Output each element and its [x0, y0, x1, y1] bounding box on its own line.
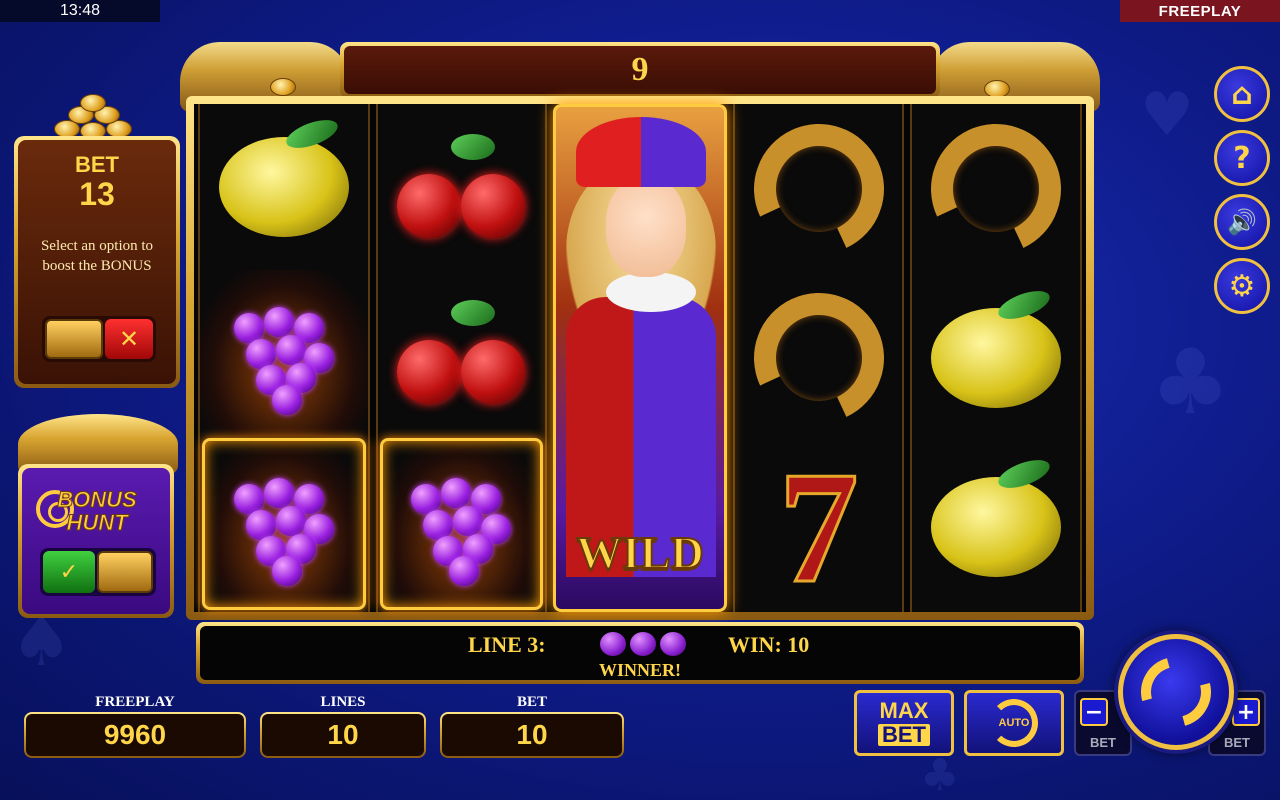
- freeplay-label: FREEPLAY: [95, 694, 175, 710]
- bet-increase-label: BET: [1224, 735, 1250, 750]
- win-line-symbols: [600, 632, 686, 656]
- bet-boost-description: Select an option to boost the BONUS: [40, 238, 154, 275]
- plus-icon: +: [1232, 698, 1260, 726]
- bet-boost-panel: BET 13 Select an option to boost the BON…: [14, 136, 180, 388]
- reels-frame: WILD 7: [186, 96, 1094, 620]
- lemon-icon: [931, 307, 1062, 408]
- horseshoe-icon: [912, 105, 1080, 272]
- freeplay-mode-tag: FREEPLAY: [1120, 0, 1280, 22]
- home-icon: ⌂: [1231, 76, 1253, 112]
- symbol-horseshoe: [912, 104, 1080, 273]
- help-button[interactable]: ?: [1214, 130, 1270, 186]
- coin-icon: [270, 78, 296, 96]
- win-amount: WIN: 10: [728, 632, 810, 657]
- symbol-horseshoe: [735, 273, 903, 442]
- grapes-icon: [401, 464, 521, 586]
- spin-button[interactable]: [1118, 634, 1234, 750]
- lemon-icon: [218, 137, 349, 237]
- max-bet-button[interactable]: MAX BET: [854, 690, 954, 756]
- minus-icon: −: [1080, 698, 1108, 726]
- win-bar: LINE 3: WIN: 10 WINNER!: [196, 622, 1084, 684]
- symbol-seven: 7: [735, 443, 903, 612]
- lemon-icon: [931, 477, 1062, 578]
- wild-label: WILD: [575, 526, 705, 579]
- jester-face: [606, 177, 687, 277]
- horseshoe-icon: [735, 105, 902, 272]
- cherries-icon: [391, 132, 531, 242]
- bet-boost-toggle[interactable]: ✕: [42, 316, 156, 362]
- lines-value: 10: [262, 714, 424, 756]
- symbol-horseshoe: [735, 104, 903, 273]
- gear-icon: ⚙: [1228, 268, 1256, 304]
- toggle-knob[interactable]: [45, 319, 103, 359]
- grapes-icon: [660, 632, 686, 656]
- reel-4: 7: [732, 104, 905, 612]
- bet-decrease-label: BET: [1090, 735, 1116, 750]
- symbol-cherries: [378, 104, 546, 270]
- seven-icon: 7: [777, 438, 860, 617]
- bet-boost-title: BET: [75, 152, 119, 177]
- symbol-lemon: [912, 443, 1080, 612]
- grapes-icon: [600, 632, 626, 656]
- symbol-grapes-winning: [202, 438, 366, 610]
- reel-5: [910, 104, 1082, 612]
- spin-arrows-icon: [1128, 644, 1224, 740]
- bg-suit-club: ♣: [1150, 330, 1231, 435]
- auto-spin-button[interactable]: AUTO: [964, 690, 1064, 756]
- bg-suit-club-2: ♣: [920, 750, 960, 800]
- sound-button[interactable]: 🔊: [1214, 194, 1270, 250]
- bet-value: 10: [442, 714, 622, 756]
- lines-box: 10: [260, 712, 426, 758]
- win-line-label: LINE 3:: [468, 632, 546, 657]
- wild-jester-symbol: WILD: [553, 104, 727, 612]
- bonus-hunt-toggle[interactable]: ✓: [40, 548, 156, 596]
- check-icon[interactable]: ✓: [43, 551, 95, 593]
- symbol-lemon: [200, 104, 368, 270]
- clock: 13:48: [0, 0, 160, 22]
- top-banner: 9: [340, 42, 940, 98]
- symbol-cherries: [378, 270, 546, 436]
- toggle-knob[interactable]: [97, 551, 153, 593]
- settings-button[interactable]: ⚙: [1214, 258, 1270, 314]
- bonus-hunt-panel: BONUS HUNT ✓: [18, 464, 174, 618]
- symbol-grapes: [200, 270, 368, 436]
- reel-2: [375, 104, 548, 612]
- auto-icon: AUTO: [990, 699, 1038, 747]
- horseshoe-icon: [735, 274, 902, 442]
- winner-message: WINNER!: [598, 660, 681, 680]
- sound-icon: 🔊: [1227, 208, 1257, 236]
- grapes-icon: [224, 293, 344, 415]
- reel-1: [198, 104, 370, 612]
- reels-grid: WILD 7: [194, 104, 1086, 612]
- lines-label: LINES: [320, 694, 366, 710]
- symbol-grapes-winning: [379, 438, 544, 610]
- close-icon[interactable]: ✕: [105, 319, 153, 359]
- top-banner-value: 9: [344, 46, 936, 94]
- freeplay-value: 9960: [26, 714, 244, 756]
- bet-label: BET: [516, 694, 547, 710]
- grapes-icon: [630, 632, 656, 656]
- freeplay-balance: 9960: [24, 712, 246, 758]
- help-icon: ?: [1233, 140, 1251, 176]
- grapes-icon: [224, 464, 344, 586]
- bet-box: 10: [440, 712, 624, 758]
- symbol-lemon: [912, 273, 1080, 442]
- home-button[interactable]: ⌂: [1214, 66, 1270, 122]
- bet-boost-value: 13: [79, 176, 115, 212]
- bg-suit-heart: ♥: [1140, 80, 1194, 150]
- cherries-icon: [391, 298, 531, 408]
- jester-hat-icon: [576, 117, 707, 187]
- bonus-hunt-title: BONUS HUNT: [57, 487, 137, 536]
